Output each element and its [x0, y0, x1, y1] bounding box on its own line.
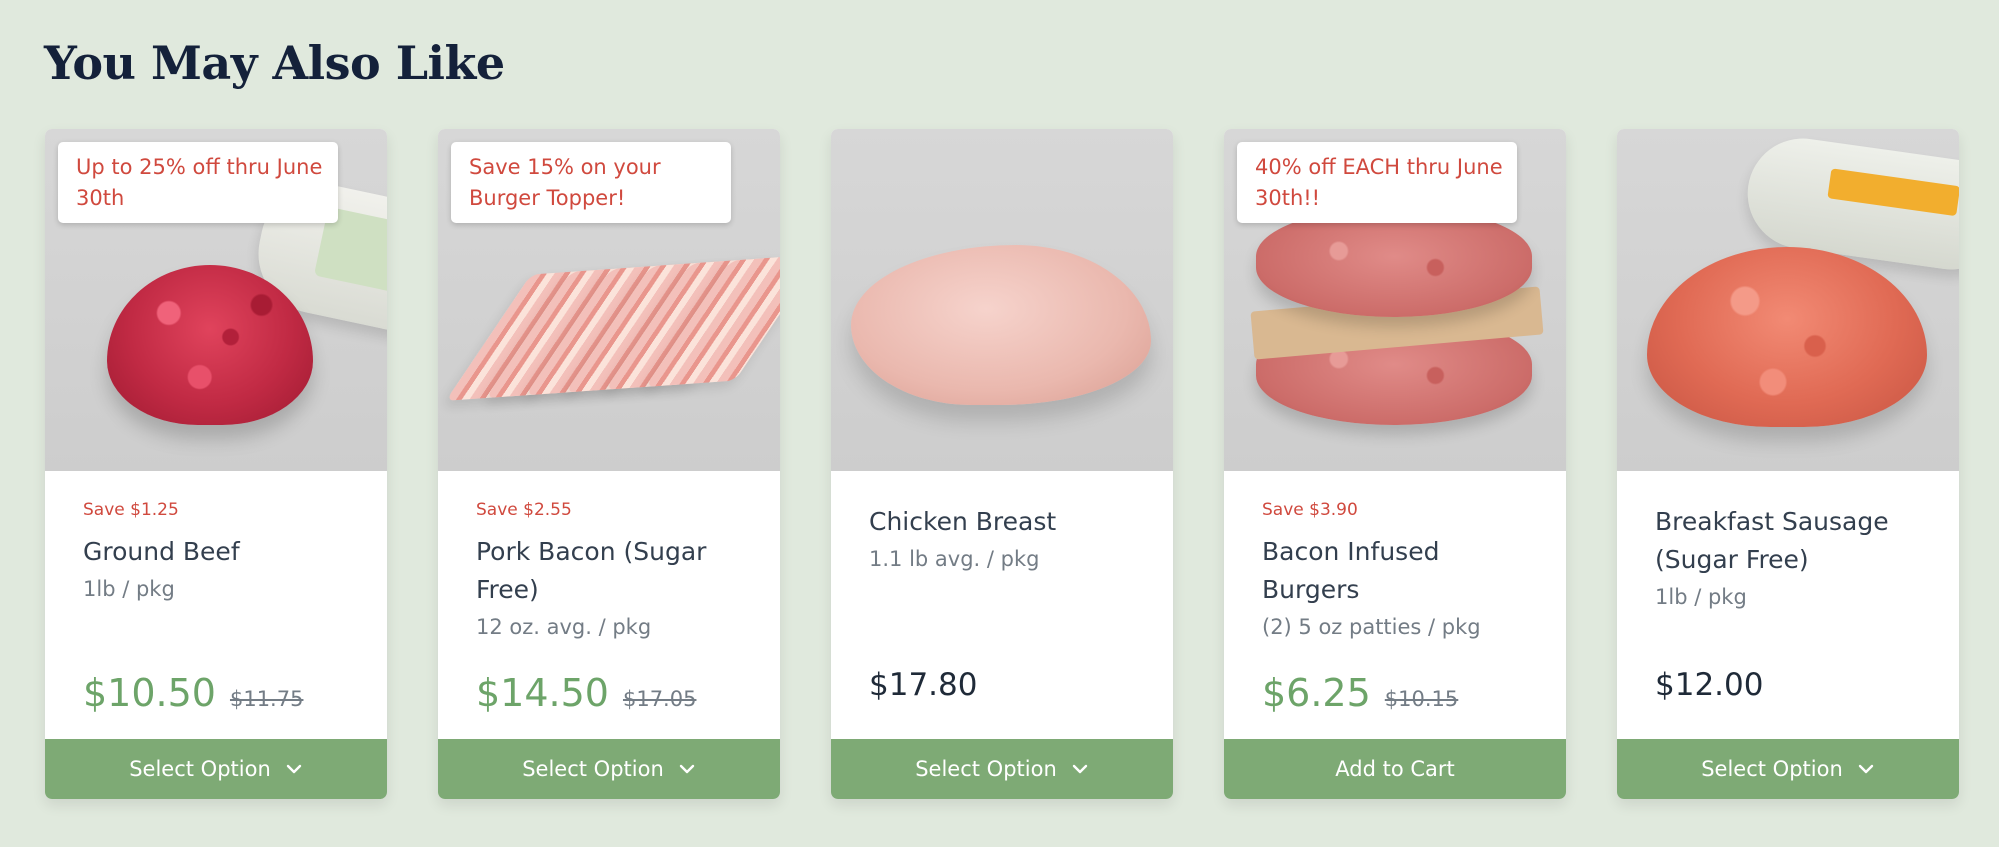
- bacon-strips: [444, 248, 780, 411]
- product-info: Save $3.90 Bacon Infused Burgers (2) 5 o…: [1224, 471, 1566, 739]
- product-info: Breakfast Sausage (Sugar Free) 1lb / pkg…: [1617, 471, 1959, 739]
- pork-bacon-image[interactable]: Save 15% on your Burger Topper!: [438, 129, 780, 471]
- product-name[interactable]: Ground Beef: [83, 533, 357, 571]
- product-card-chicken-breast[interactable]: Chicken Breast 1.1 lb avg. / pkg $17.80 …: [831, 129, 1173, 799]
- savings-label: Save $2.55: [476, 500, 572, 520]
- sale-price: $14.50: [476, 671, 609, 715]
- product-carousel: Up to 25% off thru June 30th Save $1.25 …: [45, 129, 1959, 799]
- price-row: $12.00: [1655, 667, 1763, 707]
- you-may-also-like-section: You May Also Like Up to 25% off thru Jun…: [0, 0, 1999, 847]
- original-price: $17.05: [622, 687, 697, 711]
- price-row: $6.25 $10.15: [1262, 671, 1458, 715]
- sale-price: $10.50: [83, 671, 216, 715]
- product-name[interactable]: Pork Bacon (Sugar Free): [476, 533, 750, 609]
- section-title: You May Also Like: [44, 36, 505, 90]
- product-card-pork-bacon[interactable]: Save 15% on your Burger Topper! Save $2.…: [438, 129, 780, 799]
- burger-patty-top: [1256, 207, 1532, 317]
- product-info: Save $2.55 Pork Bacon (Sugar Free) 12 oz…: [438, 471, 780, 739]
- package-size: 12 oz. avg. / pkg: [476, 615, 652, 639]
- chevron-down-icon: [286, 764, 301, 774]
- price: $12.00: [1655, 667, 1764, 703]
- product-info: Chicken Breast 1.1 lb avg. / pkg $17.80: [831, 471, 1173, 739]
- package-size: 1lb / pkg: [83, 577, 175, 601]
- price-row: $10.50 $11.75: [83, 671, 303, 715]
- chicken-breast-image[interactable]: [831, 129, 1173, 471]
- original-price: $10.15: [1384, 687, 1459, 711]
- select-option-button[interactable]: Select Option: [45, 739, 387, 799]
- price-row: $14.50 $17.05: [476, 671, 696, 715]
- chevron-down-icon: [1072, 764, 1087, 774]
- product-info: Save $1.25 Ground Beef 1lb / pkg $10.50 …: [45, 471, 387, 739]
- price-row: $17.80: [869, 667, 977, 707]
- select-option-button[interactable]: Select Option: [831, 739, 1173, 799]
- promo-badge: 40% off EACH thru June 30th!!: [1237, 142, 1517, 223]
- product-name[interactable]: Bacon Infused Burgers: [1262, 533, 1536, 609]
- promo-badge: Up to 25% off thru June 30th: [58, 142, 338, 223]
- product-card-bacon-infused-burgers[interactable]: 40% off EACH thru June 30th!! Save $3.90…: [1224, 129, 1566, 799]
- product-name[interactable]: Breakfast Sausage (Sugar Free): [1655, 503, 1929, 579]
- ground-beef-image[interactable]: Up to 25% off thru June 30th: [45, 129, 387, 471]
- chicken-breast-shape: [851, 245, 1151, 405]
- package-size: (2) 5 oz patties / pkg: [1262, 615, 1481, 639]
- chevron-down-icon: [1858, 764, 1873, 774]
- package-size: 1lb / pkg: [1655, 585, 1747, 609]
- button-label: Select Option: [129, 757, 271, 781]
- price: $17.80: [869, 667, 978, 703]
- product-name[interactable]: Chicken Breast: [869, 503, 1143, 541]
- package-size: 1.1 lb avg. / pkg: [869, 547, 1040, 571]
- button-label: Add to Cart: [1335, 757, 1455, 781]
- original-price: $11.75: [229, 687, 304, 711]
- button-label: Select Option: [1701, 757, 1843, 781]
- sausage-mound: [1647, 247, 1927, 427]
- savings-label: Save $3.90: [1262, 500, 1358, 520]
- select-option-button[interactable]: Select Option: [1617, 739, 1959, 799]
- select-option-button[interactable]: Select Option: [438, 739, 780, 799]
- sale-price: $6.25: [1262, 671, 1371, 715]
- button-label: Select Option: [522, 757, 664, 781]
- add-to-cart-button[interactable]: Add to Cart: [1224, 739, 1566, 799]
- chevron-down-icon: [679, 764, 694, 774]
- breakfast-sausage-image[interactable]: [1617, 129, 1959, 471]
- savings-label: Save $1.25: [83, 500, 179, 520]
- product-card-breakfast-sausage[interactable]: Breakfast Sausage (Sugar Free) 1lb / pkg…: [1617, 129, 1959, 799]
- bacon-infused-burgers-image[interactable]: 40% off EACH thru June 30th!!: [1224, 129, 1566, 471]
- product-card-ground-beef[interactable]: Up to 25% off thru June 30th Save $1.25 …: [45, 129, 387, 799]
- promo-badge: Save 15% on your Burger Topper!: [451, 142, 731, 223]
- button-label: Select Option: [915, 757, 1057, 781]
